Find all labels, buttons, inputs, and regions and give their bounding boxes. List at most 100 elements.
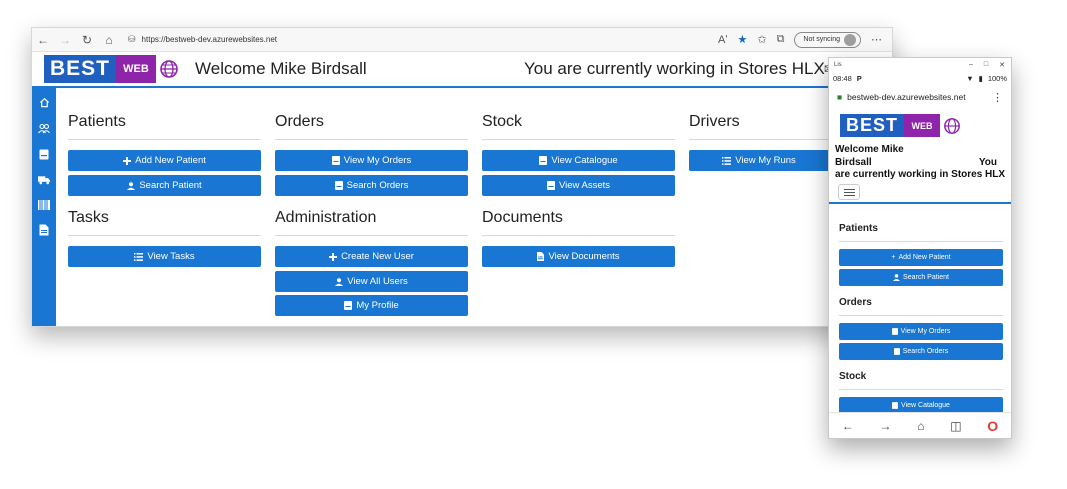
sidebar-patients-icon[interactable] xyxy=(38,122,50,134)
minimize-icon[interactable]: – xyxy=(969,61,973,69)
site-header: BEST WEB Welcome Mike Birdsall You are c… xyxy=(32,52,892,88)
forward-icon[interactable]: → xyxy=(54,33,76,47)
button-label: My Profile xyxy=(356,300,399,311)
button-label: View Catalogue xyxy=(551,155,618,166)
refresh-icon[interactable]: ↻ xyxy=(76,33,98,47)
order-form-icon xyxy=(331,156,340,165)
list-icon xyxy=(134,252,144,261)
forward-arrow-icon[interactable]: → xyxy=(880,419,892,433)
section-title-tasks: Tasks xyxy=(68,209,109,226)
section-divider xyxy=(839,315,1003,316)
globe-icon xyxy=(156,55,181,83)
section-title-drivers: Drivers xyxy=(689,113,740,130)
button-label: Search Patient xyxy=(903,274,949,281)
sync-status-button[interactable]: Not syncing xyxy=(794,31,861,48)
section-title-patients: Patients xyxy=(68,113,126,130)
globe-icon xyxy=(940,114,963,137)
url-field[interactable]: ⛁ https://bestweb-dev.azurewebsites.net xyxy=(128,31,648,49)
close-icon[interactable]: ✕ xyxy=(999,61,1005,69)
view-my-runs-button[interactable]: View My Runs xyxy=(689,150,829,171)
home-icon[interactable]: ⌂ xyxy=(917,419,924,433)
mobile-url-text: bestweb-dev.azurewebsites.net xyxy=(847,92,966,102)
working-location-text: You are currently working in Stores HLX xyxy=(524,59,825,78)
left-sidebar xyxy=(32,88,56,326)
browser-toolbar-right: Aʹ ★ ✩ ⧉ Not syncing ⋯ xyxy=(718,31,892,48)
mobile-url-bar[interactable]: ■ bestweb-dev.azurewebsites.net ⋮ xyxy=(829,86,1011,108)
search-orders-button[interactable]: Search Orders xyxy=(275,175,468,196)
back-icon[interactable]: ← xyxy=(32,33,54,47)
favorite-star-icon[interactable]: ★ xyxy=(737,33,747,46)
welcome-line: are currently working in Stores HLX xyxy=(835,169,1006,180)
profile-card-icon xyxy=(344,301,353,310)
section-divider xyxy=(275,235,468,236)
catalogue-icon xyxy=(539,156,548,165)
status-carrier-mark: P xyxy=(856,73,862,83)
mobile-section-title-orders: Orders xyxy=(839,297,872,308)
lock-icon: ■ xyxy=(837,92,843,102)
best-web-logo[interactable]: BEST WEB xyxy=(44,55,181,83)
button-label: View My Orders xyxy=(900,328,951,335)
sidebar-barcode-icon[interactable] xyxy=(38,199,50,211)
section-title-orders: Orders xyxy=(275,113,324,130)
more-menu-icon[interactable]: ⋯ xyxy=(871,33,882,46)
maximize-icon[interactable]: □ xyxy=(984,61,988,69)
mobile-welcome-text: Welcome Mike Birdsall You are currently … xyxy=(835,144,1007,182)
button-label: Add New Patient xyxy=(898,254,951,261)
browser-address-bar: ← → ↻ ⌂ ⛁ https://bestweb-dev.azurewebsi… xyxy=(32,28,892,52)
button-label: Add New Patient xyxy=(135,155,206,166)
mobile-add-new-patient-button[interactable]: + Add New Patient xyxy=(839,249,1003,266)
kebab-menu-icon[interactable]: ⋮ xyxy=(992,91,1003,104)
my-profile-button[interactable]: My Profile xyxy=(275,295,468,316)
mobile-view-my-orders-button[interactable]: View My Orders xyxy=(839,323,1003,340)
back-arrow-icon[interactable]: ← xyxy=(842,419,854,433)
hamburger-icon xyxy=(843,188,855,190)
search-patient-button[interactable]: Search Patient xyxy=(68,175,261,196)
mobile-search-orders-button[interactable]: Search Orders xyxy=(839,343,1003,360)
hamburger-menu-button[interactable] xyxy=(838,184,860,200)
favorites-list-icon[interactable]: ✩ xyxy=(757,33,766,46)
section-title-administration: Administration xyxy=(275,209,377,226)
mobile-search-patient-button[interactable]: Search Patient xyxy=(839,269,1003,286)
button-label: View Documents xyxy=(548,251,620,262)
document-icon xyxy=(537,252,545,261)
button-label: View All Users xyxy=(347,276,408,287)
user-icon xyxy=(893,274,901,281)
button-label: Search Orders xyxy=(346,180,409,191)
sidebar-documents-icon[interactable] xyxy=(38,224,50,236)
opera-logo-icon[interactable]: O xyxy=(987,418,998,434)
assets-icon xyxy=(546,181,555,190)
lock-icon: ⛁ xyxy=(128,34,136,44)
view-documents-button[interactable]: View Documents xyxy=(482,246,675,267)
tabs-icon[interactable]: ◫ xyxy=(950,419,961,433)
view-my-orders-button[interactable]: View My Orders xyxy=(275,150,468,171)
mobile-section-title-patients: Patients xyxy=(839,223,878,234)
view-tasks-button[interactable]: View Tasks xyxy=(68,246,261,267)
mobile-section-title-stock: Stock xyxy=(839,371,867,382)
list-icon xyxy=(722,156,732,165)
section-divider xyxy=(482,235,675,236)
home-icon[interactable]: ⌂ xyxy=(98,33,120,47)
battery-percent: 100% xyxy=(987,73,1007,83)
sidebar-home-icon[interactable] xyxy=(38,96,50,108)
profile-avatar-icon xyxy=(844,33,856,46)
add-new-patient-button[interactable]: Add New Patient xyxy=(68,150,261,171)
read-aloud-icon[interactable]: Aʹ xyxy=(718,34,727,46)
collections-icon[interactable]: ⧉ xyxy=(777,33,785,46)
welcome-text: Welcome Mike Birdsall xyxy=(195,59,367,78)
user-icon xyxy=(335,277,344,286)
user-icon xyxy=(127,181,136,190)
section-divider xyxy=(68,235,261,236)
sidebar-truck-icon[interactable] xyxy=(38,174,50,186)
mobile-browser-window: Lis – □ ✕ 08:48 P ▼ ▮ 100% ■ bestweb-dev… xyxy=(828,57,1012,439)
view-all-users-button[interactable]: View All Users xyxy=(275,271,468,292)
section-title-documents: Documents xyxy=(482,209,563,226)
section-divider xyxy=(839,389,1003,390)
sidebar-orders-icon[interactable] xyxy=(38,148,50,160)
view-catalogue-button[interactable]: View Catalogue xyxy=(482,150,675,171)
mobile-best-web-logo[interactable]: BEST WEB xyxy=(840,114,963,137)
phone-status-bar: 08:48 P ▼ ▮ 100% xyxy=(829,72,1011,84)
view-assets-button[interactable]: View Assets xyxy=(482,175,675,196)
create-new-user-button[interactable]: Create New User xyxy=(275,246,468,267)
section-divider xyxy=(275,139,468,140)
logo-web-text: WEB xyxy=(904,114,940,137)
